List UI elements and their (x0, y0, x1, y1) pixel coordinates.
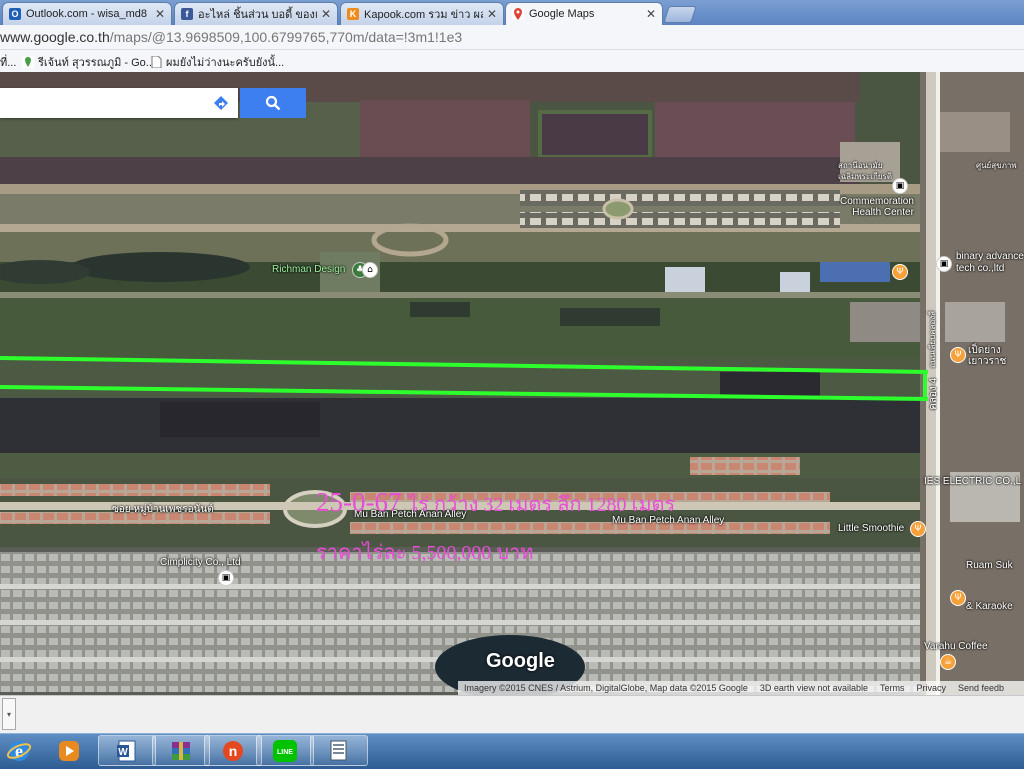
map-label-ies[interactable]: IES ELECTRIC CO.,L (924, 476, 1021, 487)
map-label-ruam[interactable]: Ruam Suk (966, 560, 1013, 571)
map-label-khlong4: คลอง 4 (928, 377, 939, 410)
page-icon (151, 56, 162, 68)
map-label-binary[interactable]: binary advance tech co.,ltd (956, 251, 1024, 275)
line-icon: LINE (273, 739, 297, 762)
kapook-icon: K (347, 8, 359, 20)
cafe-icon[interactable]: ☕ (940, 654, 956, 670)
maps-icon (512, 8, 524, 20)
earth-view-note: 3D earth view not available (759, 683, 868, 693)
map-label-soi: ซอย หมู่บ้านเพชรอนันต์ (112, 504, 214, 515)
url-path: /maps/@13.9698509,100.6799765,770m/data=… (109, 29, 463, 45)
nero-taskbar-button[interactable]: n (204, 735, 262, 766)
privacy-link[interactable]: Privacy (916, 683, 946, 693)
address-bar[interactable]: www.google.co.th/maps/@13.9698509,100.67… (0, 25, 1024, 50)
bookmark-label: ผมยังไม่ว่างนะครับยังนั้... (166, 57, 285, 69)
bookmark-item[interactable]: ผมยังไม่ว่างนะครับยังนั้... (150, 53, 284, 71)
search-input[interactable] (0, 88, 238, 118)
tab-kapook[interactable]: K Kapook.com รวม ข่าว ผลบอ ✕ (340, 2, 504, 25)
chevron-down-icon[interactable]: ▾ (2, 698, 16, 730)
svg-text:W: W (118, 747, 128, 758)
overlay-land-size: 25-0-67 ไร่ กว้าง 32 เมตร ลึก 1280 เมตร (316, 487, 675, 520)
restaurant-icon[interactable]: Ψ (950, 590, 966, 606)
poi-marker-icon[interactable]: ▣ (936, 256, 952, 272)
imagery-credit: Imagery ©2015 CNES / Astrium, DigitalGlo… (464, 683, 748, 693)
search-icon (265, 95, 281, 111)
bookmarks-bar: ที่... รีเจ้นท์ สุวรรณภูมิ - Go... ผมยัง… (0, 50, 1024, 73)
word-icon: W (117, 740, 136, 761)
close-icon[interactable]: ✕ (487, 7, 497, 21)
map-label-thai-1: ศูนย์สุขภาพ (976, 161, 1017, 170)
close-icon[interactable]: ✕ (321, 7, 331, 21)
maps-icon (22, 56, 34, 68)
feedback-link[interactable]: Send feedb (958, 683, 1004, 693)
outlook-icon: O (9, 8, 21, 20)
bookmark-label: ที่... (0, 57, 17, 69)
map-attribution: Imagery ©2015 CNES / Astrium, DigitalGlo… (458, 681, 1024, 695)
tab-title: Outlook.com - wisa_md8 (26, 8, 148, 20)
map-label-little-smoothie[interactable]: Little Smoothie (838, 523, 904, 534)
media-player-icon[interactable] (54, 736, 84, 766)
explorer-taskbar-button[interactable] (310, 735, 368, 766)
overlay-size-desc: ไร่ กว้าง 32 เมตร ลึก 1280 เมตร (408, 494, 676, 516)
facebook-icon: f (181, 8, 193, 20)
map-label-thai-2[interactable]: เป็ดย่าง เยาวราช (968, 345, 1006, 367)
nero-icon: n (223, 740, 243, 761)
map-label-cimplicity[interactable]: Cimplicity Co., Ltd (160, 557, 241, 568)
line-taskbar-button[interactable]: LINE (256, 735, 314, 766)
svg-text:LINE: LINE (277, 749, 293, 756)
poi-marker-icon[interactable]: ▣ (892, 178, 908, 194)
url-domain: www.google.co.th (0, 29, 110, 45)
explorer-icon (330, 740, 347, 760)
search-button[interactable] (240, 88, 306, 118)
poi-marker-icon[interactable]: ▣ (218, 570, 234, 586)
bookmark-label: รีเจ้นท์ สุวรรณภูมิ - Go... (38, 57, 155, 69)
restaurant-icon[interactable]: Ψ (950, 347, 966, 363)
overlay-price: ราคาไร่ละ 5,500,000 บาท (316, 542, 534, 564)
map-label-thai-health: สถานีอนามัย เฉลิมพระเกียรติ (838, 161, 892, 181)
close-icon[interactable]: ✕ (155, 7, 165, 21)
new-tab-button[interactable] (663, 6, 697, 23)
map-label-commemoration[interactable]: Commemoration Health Center (840, 196, 914, 218)
svg-text:n: n (229, 743, 238, 759)
tab-title: Google Maps (529, 8, 595, 20)
restaurant-icon[interactable]: Ψ (892, 264, 908, 280)
terms-link[interactable]: Terms (880, 683, 905, 693)
bookmark-item[interactable]: รีเจ้นท์ สุวรรณภูมิ - Go... (22, 53, 155, 71)
tab-bar: O Outlook.com - wisa_md8 ✕ f อะไหล่ ชิ้น… (0, 0, 1024, 25)
map-label-karaoke[interactable]: & Karaoke (966, 601, 1013, 612)
google-logo: Google (486, 650, 555, 672)
house-icon[interactable]: ⌂ (362, 262, 378, 278)
map-label-road: ถนนเลียบคลองสี่ (928, 310, 937, 368)
tab-facebook[interactable]: f อะไหล่ ชิ้นส่วน บอดี้ ของแต่ง ✕ (174, 2, 338, 25)
winrar-icon (172, 741, 190, 760)
bookmark-item[interactable]: ที่... (0, 53, 16, 71)
map-label-varahu[interactable]: Varahu Coffee (924, 641, 988, 652)
close-icon[interactable]: ✕ (646, 7, 656, 21)
satellite-map[interactable]: Richman Design ♣ ⌂ Commemoration Health … (0, 72, 1024, 695)
map-label-richman[interactable]: Richman Design (272, 264, 345, 275)
overlay-size-value: 25-0-67 (316, 487, 402, 517)
tab-title: Kapook.com รวม ข่าว ผลบอ (364, 9, 483, 21)
winrar-taskbar-button[interactable] (152, 735, 210, 766)
url-text[interactable]: www.google.co.th/maps/@13.9698509,100.67… (0, 29, 462, 45)
download-bar (0, 695, 1024, 734)
directions-icon (214, 96, 228, 110)
word-taskbar-button[interactable]: W (98, 735, 156, 766)
ie-icon[interactable]: e (4, 736, 34, 766)
tab-google-maps[interactable]: Google Maps ✕ (505, 2, 663, 25)
restaurant-icon[interactable]: Ψ (910, 521, 926, 537)
tab-outlook[interactable]: O Outlook.com - wisa_md8 ✕ (2, 2, 172, 25)
tab-title: อะไหล่ ชิ้นส่วน บอดี้ ของแต่ง (198, 9, 317, 21)
directions-button[interactable] (204, 88, 238, 118)
